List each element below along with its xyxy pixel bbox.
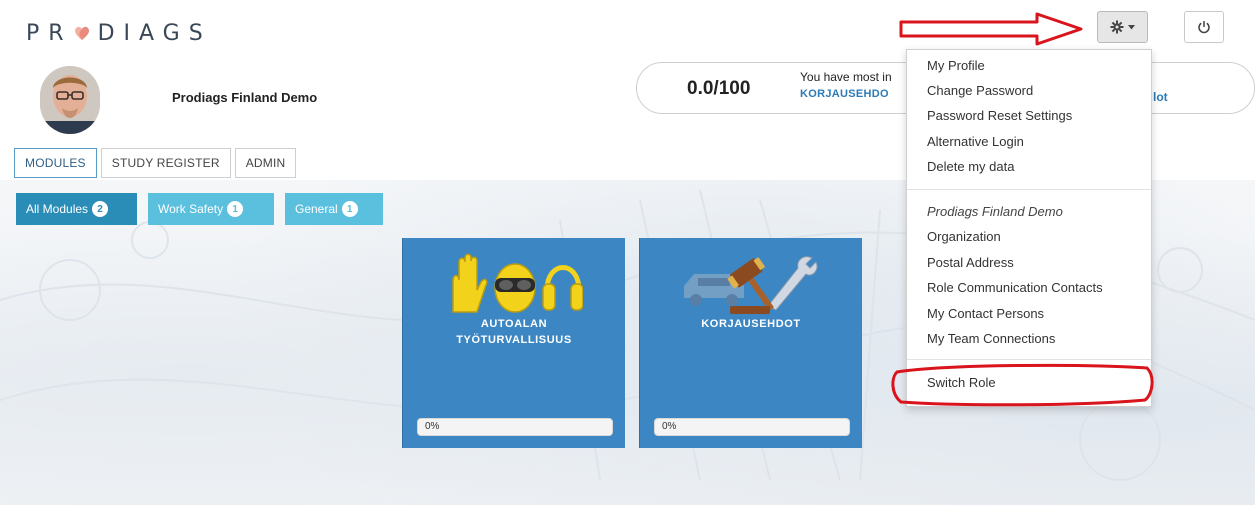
module-progress-label: 0% bbox=[662, 421, 677, 432]
settings-dropdown-menu: My Profile Change Password Password Rese… bbox=[906, 49, 1152, 407]
filter-work-safety[interactable]: Work Safety 1 bbox=[148, 193, 274, 225]
score-link-tail[interactable]: lot bbox=[1153, 90, 1168, 104]
logo-text-left: PR bbox=[26, 20, 73, 46]
annotation-arrow-icon bbox=[899, 12, 1083, 46]
logo-heart-icon bbox=[74, 26, 89, 40]
tab-modules[interactable]: MODULES bbox=[14, 148, 97, 178]
logo-text-right: DIAGS bbox=[97, 20, 212, 46]
tab-study-register[interactable]: STUDY REGISTER bbox=[100, 148, 231, 178]
profile-name: Prodiags Finland Demo bbox=[172, 90, 318, 105]
filter-all-modules[interactable]: All Modules 2 bbox=[16, 193, 137, 225]
main-tabs: MODULES STUDY REGISTER ADMIN bbox=[14, 148, 297, 178]
menu-item-role-communication-contacts[interactable]: Role Communication Contacts bbox=[927, 280, 1103, 295]
module-progress-label: 0% bbox=[425, 421, 440, 432]
score-message: You have most in bbox=[800, 70, 892, 84]
car-gavel-wrench-icon bbox=[684, 256, 818, 314]
module-title-line2: TYÖTURVALLISUUS bbox=[456, 334, 572, 346]
module-card-autoalan[interactable]: AUTOALAN TYÖTURVALLISUUS 0% bbox=[402, 238, 625, 448]
filter-label: General bbox=[295, 202, 338, 216]
score-module-link[interactable]: KORJAUSEHDO bbox=[800, 88, 889, 100]
menu-item-my-contact-persons[interactable]: My Contact Persons bbox=[927, 306, 1044, 321]
annotation-highlight-ring bbox=[891, 363, 1154, 407]
menu-divider bbox=[907, 189, 1151, 190]
menu-item-delete-my-data[interactable]: Delete my data bbox=[927, 159, 1014, 174]
filter-general[interactable]: General 1 bbox=[285, 193, 383, 225]
prodiags-logo[interactable]: PR DIAGS bbox=[26, 20, 212, 46]
avatar[interactable] bbox=[40, 66, 100, 134]
menu-item-alternative-login[interactable]: Alternative Login bbox=[927, 134, 1024, 149]
tab-admin[interactable]: ADMIN bbox=[234, 148, 297, 178]
module-title: AUTOALAN bbox=[480, 318, 548, 330]
logout-button[interactable] bbox=[1184, 11, 1224, 43]
menu-item-change-password[interactable]: Change Password bbox=[927, 83, 1033, 98]
filter-count-badge: 1 bbox=[341, 201, 358, 217]
caret-down-icon bbox=[1128, 24, 1135, 29]
score-value: 0.0/100 bbox=[687, 78, 751, 99]
module-progress-bar: 0% bbox=[417, 418, 613, 436]
module-title: KORJAUSEHDOT bbox=[701, 318, 801, 330]
safety-gear-icon bbox=[452, 253, 583, 313]
filter-label: All Modules bbox=[26, 202, 89, 216]
gear-icon bbox=[1110, 20, 1124, 34]
settings-dropdown-button[interactable] bbox=[1097, 11, 1148, 43]
menu-item-organization[interactable]: Organization bbox=[927, 229, 1001, 244]
filter-count-badge: 2 bbox=[92, 201, 109, 217]
menu-item-password-reset-settings[interactable]: Password Reset Settings bbox=[927, 108, 1072, 123]
power-icon bbox=[1198, 21, 1210, 34]
filter-count-badge: 1 bbox=[227, 201, 244, 217]
module-card-korjausehdot[interactable]: KORJAUSEHDOT 0% bbox=[639, 238, 862, 448]
menu-item-my-profile[interactable]: My Profile bbox=[927, 58, 985, 73]
menu-section-header: Prodiags Finland Demo bbox=[927, 204, 1063, 219]
module-progress-bar: 0% bbox=[654, 418, 850, 436]
filter-label: Work Safety bbox=[158, 202, 224, 216]
menu-item-my-team-connections[interactable]: My Team Connections bbox=[927, 331, 1055, 346]
menu-item-postal-address[interactable]: Postal Address bbox=[927, 255, 1014, 270]
